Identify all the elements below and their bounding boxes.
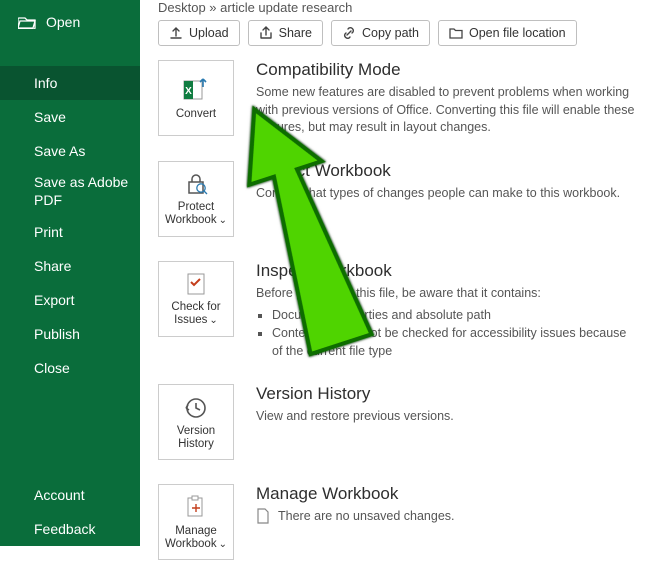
link-icon — [342, 26, 356, 40]
sidebar-open-label: Open — [46, 14, 80, 30]
section-lead: Before publishing this file, be aware th… — [256, 285, 632, 303]
protect-section: Protect Workbook Control what types of c… — [256, 161, 620, 203]
sidebar-item-close[interactable]: Close — [0, 351, 140, 385]
tile-label: Version History — [159, 425, 233, 450]
document-icon — [256, 508, 270, 524]
lock-icon — [182, 170, 210, 198]
sidebar-bottom: Account Feedback — [0, 478, 140, 546]
open-folder-icon — [18, 15, 36, 29]
version-history-button[interactable]: Version History — [158, 384, 234, 460]
sidebar-item-save[interactable]: Save — [0, 100, 140, 134]
breadcrumb: Desktop » article update research — [158, 0, 352, 15]
section-title: Inspect Workbook — [256, 261, 632, 281]
chevron-down-icon: ⌄ — [219, 215, 227, 226]
tile-label: Convert — [172, 108, 220, 121]
tile-label: Check for Issues⌄ — [159, 301, 233, 326]
chevron-down-icon: ⌄ — [219, 539, 227, 550]
sidebar-item-share[interactable]: Share — [0, 249, 140, 283]
svg-text:X: X — [185, 86, 192, 97]
sidebar-item-info[interactable]: Info — [0, 66, 140, 100]
tile-label: Manage Workbook⌄ — [159, 525, 233, 550]
sidebar-item-feedback[interactable]: Feedback — [0, 512, 140, 546]
section-desc: Some new features are disabled to preven… — [256, 84, 636, 137]
sidebar-item-save-as-adobe-pdf[interactable]: Save as Adobe PDF — [0, 168, 140, 215]
section-title: Manage Workbook — [256, 484, 455, 504]
section-title: Version History — [256, 384, 454, 404]
list-item: Document properties and absolute path — [272, 306, 632, 324]
manage-workbook-icon — [182, 494, 210, 522]
chevron-down-icon: ⌄ — [209, 315, 217, 326]
upload-button[interactable]: Upload — [158, 20, 240, 46]
version-history-section: Version History View and restore previou… — [256, 384, 454, 426]
info-main: X Convert Compatibility Mode Some new fe… — [158, 60, 650, 584]
excel-convert-icon: X — [181, 75, 211, 105]
manage-section: Manage Workbook There are no unsaved cha… — [256, 484, 455, 524]
sidebar-item-account[interactable]: Account — [0, 478, 140, 512]
upload-icon — [169, 26, 183, 40]
manage-workbook-button[interactable]: Manage Workbook⌄ — [158, 484, 234, 560]
inspect-section: Inspect Workbook Before publishing this … — [256, 261, 632, 361]
convert-button[interactable]: X Convert — [158, 60, 234, 136]
check-document-icon — [182, 270, 210, 298]
file-sidebar: Open Info Save Save As Save as Adobe PDF… — [0, 0, 140, 546]
sidebar-item-publish[interactable]: Publish — [0, 317, 140, 351]
no-changes-text: There are no unsaved changes. — [278, 509, 455, 523]
inspect-list: Document properties and absolute path Co… — [256, 306, 632, 360]
compatibility-section: Compatibility Mode Some new features are… — [256, 60, 636, 137]
share-icon — [259, 26, 273, 40]
check-for-issues-button[interactable]: Check for Issues⌄ — [158, 261, 234, 337]
sidebar-item-export[interactable]: Export — [0, 283, 140, 317]
sidebar-open[interactable]: Open — [0, 0, 140, 44]
sidebar-item-save-as[interactable]: Save As — [0, 134, 140, 168]
section-desc: View and restore previous versions. — [256, 408, 454, 426]
section-title: Compatibility Mode — [256, 60, 636, 80]
list-item: Content that cannot be checked for acces… — [272, 324, 632, 360]
section-desc: Control what types of changes people can… — [256, 185, 620, 203]
folder-icon — [449, 27, 463, 39]
info-toolbar: Upload Share Copy path Open file locatio… — [158, 20, 577, 46]
protect-workbook-button[interactable]: Protect Workbook⌄ — [158, 161, 234, 237]
share-button[interactable]: Share — [248, 20, 323, 46]
tile-label: Protect Workbook⌄ — [159, 201, 233, 226]
section-title: Protect Workbook — [256, 161, 620, 181]
copy-path-button[interactable]: Copy path — [331, 20, 430, 46]
sidebar-nav: Info Save Save As Save as Adobe PDF Prin… — [0, 66, 140, 385]
open-file-location-button[interactable]: Open file location — [438, 20, 577, 46]
history-icon — [182, 394, 210, 422]
sidebar-item-print[interactable]: Print — [0, 215, 140, 249]
